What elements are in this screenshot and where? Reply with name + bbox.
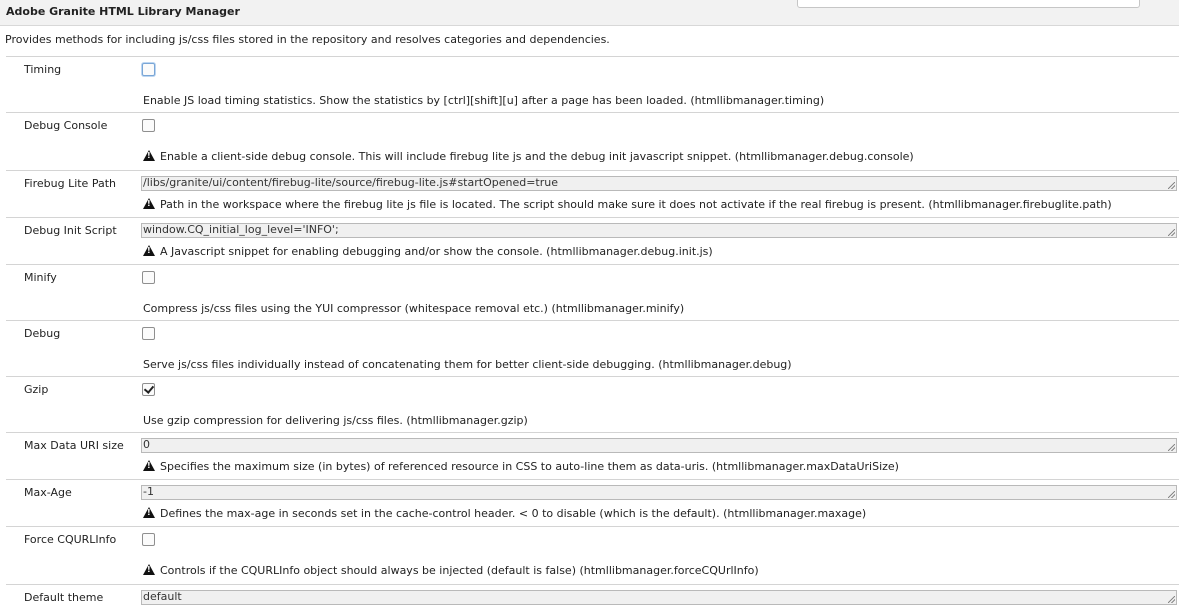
resize-handle-icon[interactable] [1168,229,1175,236]
hint-text: Path in the workspace where the firebug … [160,198,1112,211]
field-row-minify: Minify Compress js/css files using the YU… [6,264,1179,321]
field-label: Debug Init Script [24,224,117,237]
field-row-force-cqurlinfo: Force CQURLInfo Controls if the CQURLInfo… [6,526,1179,585]
field-label: Gzip [24,383,49,396]
field-hint: Use gzip compression for delivering js/c… [143,414,528,427]
field-label: Max-Age [24,486,72,499]
hint-text: Serve js/css files individually instead … [143,358,792,371]
field-label: Default theme [24,591,104,604]
field-label: Timing [24,63,62,76]
field-row-max-age: Max-Age -1 Defines the max-age in seconds … [6,479,1179,527]
max-age-input[interactable]: -1 [141,485,1177,500]
page-title: Adobe Granite HTML Library Manager [6,5,240,18]
field-hint: Serve js/css files individually instead … [143,358,792,371]
resize-handle-icon[interactable] [1168,491,1175,498]
input-value: default [143,590,182,603]
resize-handle-icon[interactable] [1168,596,1175,603]
field-hint: Compress js/css files using the YUI comp… [143,302,684,315]
hint-text: Enable a client-side debug console. This… [160,150,914,163]
hint-text: Enable JS load timing statistics. Show t… [143,94,825,107]
field-hint: Defines the max-age in seconds set in th… [143,507,866,520]
input-value: -1 [143,485,154,498]
field-label: Force CQURLInfo [24,533,117,546]
hint-text: Specifies the maximum size (in bytes) of… [160,460,899,473]
field-hint: Path in the workspace where the firebug … [143,198,1112,211]
debug-checkbox[interactable] [142,327,155,340]
field-hint: Enable JS load timing statistics. Show t… [143,94,824,107]
field-label: Minify [24,271,57,284]
field-hint: Specifies the maximum size (in bytes) of… [143,460,899,473]
minify-checkbox[interactable] [142,271,155,284]
warning-icon [143,198,155,209]
field-label: Debug [24,327,61,340]
field-row-firebug-lite-path: Firebug Lite Path/libs/granite/ui/conten… [6,170,1179,218]
default-theme-input[interactable]: default [141,590,1177,605]
input-value: /libs/granite/ui/content/firebug-lite/so… [143,176,558,189]
debug-init-script-input[interactable]: window.CQ_initial_log_level='INFO'; [141,223,1177,238]
hint-text: Controls if the CQURLInfo object should … [160,564,759,577]
field-row-debug: Debug Serve js/css files individually ins… [6,320,1179,377]
field-row-max-data-uri-size: Max Data URI size 0 Specifies the maximum … [6,432,1179,480]
hint-text: Use gzip compression for delivering js/c… [143,414,528,427]
hint-text: Defines the max-age in seconds set in th… [160,507,867,520]
field-row-gzip: Gzip Use gzip compression for delivering … [6,376,1179,433]
firebug-lite-path-input[interactable]: /libs/granite/ui/content/firebug-lite/so… [141,176,1177,191]
field-label: Debug Console [24,119,108,132]
max-data-uri-size-input[interactable]: 0 [141,438,1177,453]
warning-icon [143,150,155,161]
timing-checkbox[interactable] [142,63,155,76]
resize-handle-icon[interactable] [1168,444,1175,451]
component-description: Provides methods for including js/css fi… [5,33,610,46]
warning-icon [143,245,155,256]
field-hint: A Javascript snippet for enabling debugg… [143,245,713,258]
hint-text: A Javascript snippet for enabling debugg… [160,245,713,258]
checkmark-icon [143,383,155,394]
hint-text: Compress js/css files using the YUI comp… [143,302,685,315]
field-label: Firebug Lite Path [24,177,116,190]
warning-icon [143,507,155,518]
force-cqurlinfo-checkbox[interactable] [142,533,155,546]
warning-icon [143,460,155,471]
resize-handle-icon[interactable] [1168,182,1175,189]
field-hint: Enable a client-side debug console. This… [143,150,914,163]
field-row-debug-init-script: Debug Init Script window.CQ_initial_log_l… [6,217,1179,265]
gzip-checkbox[interactable] [142,383,155,396]
debug-console-checkbox[interactable] [142,119,155,132]
field-row-debug-console: Debug Console Enable a client-side debug … [6,112,1179,171]
page-header: Adobe Granite HTML Library Manager [0,0,1179,26]
overlay-panel [797,0,1140,8]
field-hint: Controls if the CQURLInfo object should … [143,564,759,577]
field-label: Max Data URI size [24,439,124,452]
input-value: 0 [143,438,150,451]
warning-icon [143,564,155,575]
field-row-timing: Timing Enable JS load timing statistics. … [6,56,1179,113]
input-value: window.CQ_initial_log_level='INFO'; [143,223,339,236]
field-row-default-theme: Default theme default [6,584,1179,615]
